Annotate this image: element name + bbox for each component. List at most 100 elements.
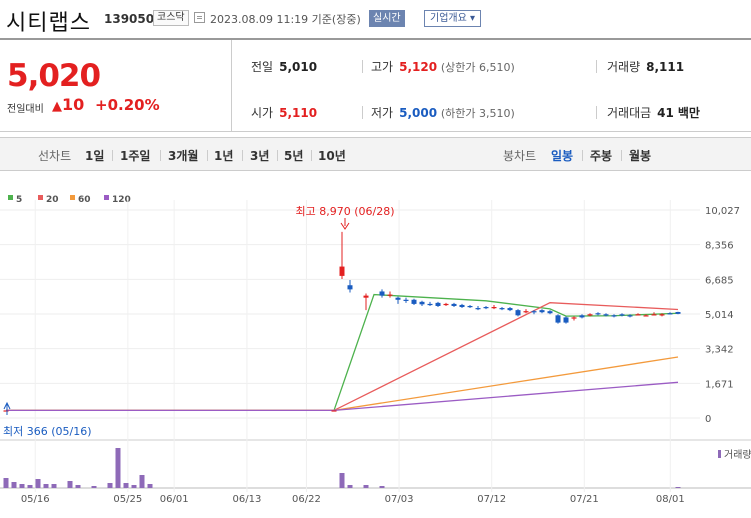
current-price: 5,020 bbox=[7, 58, 101, 94]
candle-body bbox=[523, 311, 529, 313]
candle-body bbox=[443, 303, 449, 306]
moving-average-lines bbox=[6, 293, 679, 412]
tab-monthly-candle[interactable]: 월봉 bbox=[629, 147, 651, 164]
amount-unit: 백만 bbox=[677, 106, 700, 120]
trade-amount: 거래대금 41 백만 bbox=[607, 104, 700, 121]
candle-body bbox=[363, 295, 369, 298]
candle-body bbox=[395, 297, 401, 300]
y-tick-label: 10,027 bbox=[705, 206, 740, 217]
candle-body bbox=[595, 313, 601, 315]
market-badge: 코스닥 bbox=[153, 10, 189, 26]
candle-body bbox=[611, 315, 617, 317]
volume-bar bbox=[107, 483, 113, 488]
chart-tabs: 선차트 1일 1주일 3개월 1년 3년 5년 10년 봉차트 일봉 주봉 월봉 bbox=[0, 137, 751, 171]
candle-body bbox=[435, 302, 441, 306]
tab-1day[interactable]: 1일 bbox=[85, 147, 104, 164]
candle-body bbox=[411, 299, 417, 304]
quote-time: 2023.08.09 11:19 기준(장중) bbox=[210, 13, 361, 26]
stock-code: 139050 bbox=[104, 12, 155, 26]
volume-bar bbox=[339, 473, 345, 488]
candle-body bbox=[347, 285, 353, 290]
candle-body bbox=[3, 410, 9, 412]
prev-close-label: 전일 bbox=[251, 60, 274, 74]
y-tick-label: 3,342 bbox=[705, 345, 734, 356]
up-triangle-icon: ▲ bbox=[52, 99, 62, 114]
lower-limit: (하한가 3,510) bbox=[440, 107, 515, 120]
candle-body bbox=[467, 305, 473, 308]
stock-name: 시티랩스 bbox=[6, 11, 91, 36]
max-price-annotation: 최고 8,970 (06/28) bbox=[295, 205, 394, 218]
volume-legend-swatch bbox=[718, 450, 721, 458]
tab-separator bbox=[112, 150, 113, 161]
x-tick-label: 07/12 bbox=[477, 494, 506, 505]
quote-separator bbox=[596, 106, 597, 119]
tab-1week[interactable]: 1주일 bbox=[120, 147, 150, 164]
tab-3year[interactable]: 3년 bbox=[250, 147, 269, 164]
high-label: 고가 bbox=[371, 60, 394, 74]
candle-body bbox=[667, 313, 673, 315]
x-tick-label: 05/16 bbox=[21, 494, 50, 505]
corp-info-dropdown[interactable]: 기업개요 ▾ bbox=[424, 10, 481, 27]
tab-3month[interactable]: 3개월 bbox=[168, 147, 198, 164]
candle-body bbox=[563, 317, 569, 323]
candle-body bbox=[491, 307, 497, 309]
tab-1year[interactable]: 1년 bbox=[214, 147, 233, 164]
y-tick-label: 0 bbox=[705, 414, 711, 425]
open-price: 시가 5,110 bbox=[251, 104, 317, 121]
candle-body bbox=[459, 304, 465, 308]
candle-body bbox=[451, 303, 457, 306]
candle-body bbox=[555, 315, 561, 323]
volume-bar bbox=[43, 484, 49, 488]
high-price: 고가 5,120 (상한가 6,510) bbox=[371, 58, 515, 75]
volume-value: 8,111 bbox=[646, 60, 685, 74]
candle-body bbox=[331, 410, 337, 412]
amount-value: 41 bbox=[657, 106, 674, 120]
tab-10year[interactable]: 10년 bbox=[318, 147, 346, 164]
chart-annotations: 최고 8,970 (06/28) 최저 366 (05/16) bbox=[3, 205, 395, 438]
tab-weekly-candle[interactable]: 주봉 bbox=[590, 147, 612, 164]
x-tick-label: 06/13 bbox=[233, 494, 262, 505]
quote-summary: 5,020 전일대비 ▲10 +0.20% 전일 5,010 고가 5,120 (상… bbox=[0, 40, 751, 132]
realtime-button[interactable]: 실시간 bbox=[369, 10, 405, 27]
tab-5year[interactable]: 5년 bbox=[284, 147, 303, 164]
candle-body bbox=[547, 311, 553, 314]
volume-bar bbox=[11, 482, 17, 488]
tab-separator bbox=[311, 150, 312, 161]
tab-separator bbox=[277, 150, 278, 161]
candle-body bbox=[659, 314, 665, 316]
volume-bar bbox=[115, 448, 121, 488]
change-label: 전일대비 bbox=[7, 104, 44, 115]
candle-body bbox=[499, 308, 505, 310]
candle-body bbox=[515, 310, 521, 316]
change-amount: 10 bbox=[62, 95, 85, 114]
volume-bar bbox=[139, 475, 145, 488]
low-price: 저가 5,000 (하한가 3,510) bbox=[371, 104, 515, 121]
candle-body bbox=[507, 308, 513, 311]
tab-separator bbox=[207, 150, 208, 161]
candle-body bbox=[587, 314, 593, 316]
stock-header: 시티랩스 139050 코스닥 2023.08.09 11:19 기준(장중) … bbox=[0, 0, 751, 38]
ma-line-5 bbox=[6, 293, 679, 412]
volume: 거래량 8,111 bbox=[607, 58, 684, 75]
low-value: 5,000 bbox=[399, 106, 438, 120]
candle-body bbox=[627, 315, 633, 317]
quote-separator bbox=[362, 60, 363, 73]
line-chart-label: 선차트 bbox=[38, 149, 72, 163]
y-tick-label: 5,014 bbox=[705, 310, 734, 321]
candle-body bbox=[531, 311, 537, 313]
volume-bar bbox=[147, 484, 153, 488]
prev-close-value: 5,010 bbox=[279, 60, 318, 74]
candle-body bbox=[603, 314, 609, 316]
volume-label: 거래량 bbox=[607, 60, 641, 74]
volume-bars: 거래량 bbox=[3, 448, 751, 488]
volume-bar bbox=[123, 483, 129, 488]
candle-body bbox=[643, 315, 649, 317]
min-price-annotation: 최저 366 (05/16) bbox=[3, 425, 92, 438]
candle-body bbox=[619, 314, 625, 316]
candle-body bbox=[339, 266, 345, 276]
legend-swatch bbox=[104, 195, 109, 200]
quote-separator bbox=[362, 106, 363, 119]
volume-bar bbox=[51, 484, 57, 488]
tab-daily-candle[interactable]: 일봉 bbox=[551, 147, 573, 164]
x-tick-label: 08/01 bbox=[656, 494, 685, 505]
